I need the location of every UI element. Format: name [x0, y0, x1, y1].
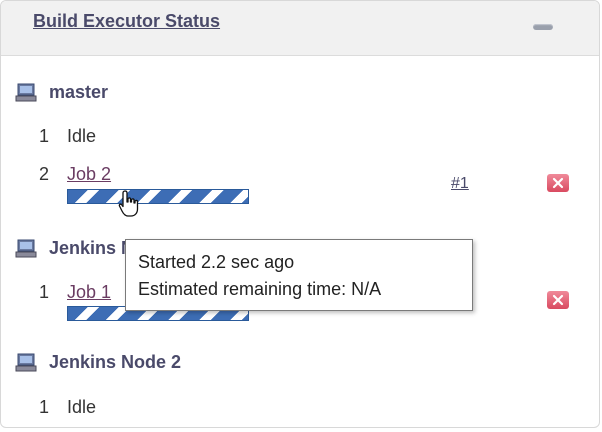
computer-icon — [15, 83, 37, 102]
build-progress-tooltip: Started 2.2 sec ago Estimated remaining … — [125, 239, 473, 311]
build-executor-status-panel: Build Executor Status master 1 Idle 2 Jo… — [0, 0, 600, 428]
tooltip-remaining-text: Estimated remaining time: N/A — [138, 279, 382, 299]
collapse-icon — [533, 24, 553, 30]
computer-icon — [15, 353, 37, 372]
stop-build-button[interactable] — [547, 291, 569, 309]
hand-cursor-icon — [118, 190, 139, 217]
stop-icon — [552, 294, 564, 306]
collapse-button[interactable] — [533, 16, 553, 36]
stop-icon — [552, 177, 564, 189]
build-progress-bar[interactable] — [67, 189, 249, 204]
job-link[interactable]: Job 1 — [67, 282, 111, 303]
executor-number: 2 — [39, 164, 50, 184]
tooltip-started-text: Started 2.2 sec ago — [138, 252, 295, 272]
build-number-link[interactable]: #1 — [451, 175, 469, 193]
stop-build-button[interactable] — [547, 174, 569, 192]
job-link[interactable]: Job 2 — [67, 164, 111, 185]
node-name-link[interactable]: master — [49, 82, 108, 103]
node-name-link[interactable]: Jenkins Node 2 — [49, 352, 181, 373]
panel-header: Build Executor Status — [1, 1, 599, 56]
panel-title-link[interactable]: Build Executor Status — [33, 11, 220, 32]
executor-status: Idle — [67, 397, 97, 417]
executor-status: Idle — [67, 126, 97, 146]
executor-number: 1 — [39, 126, 50, 146]
executor-number: 1 — [39, 282, 50, 302]
executor-number: 1 — [39, 397, 50, 417]
computer-icon — [15, 239, 37, 258]
